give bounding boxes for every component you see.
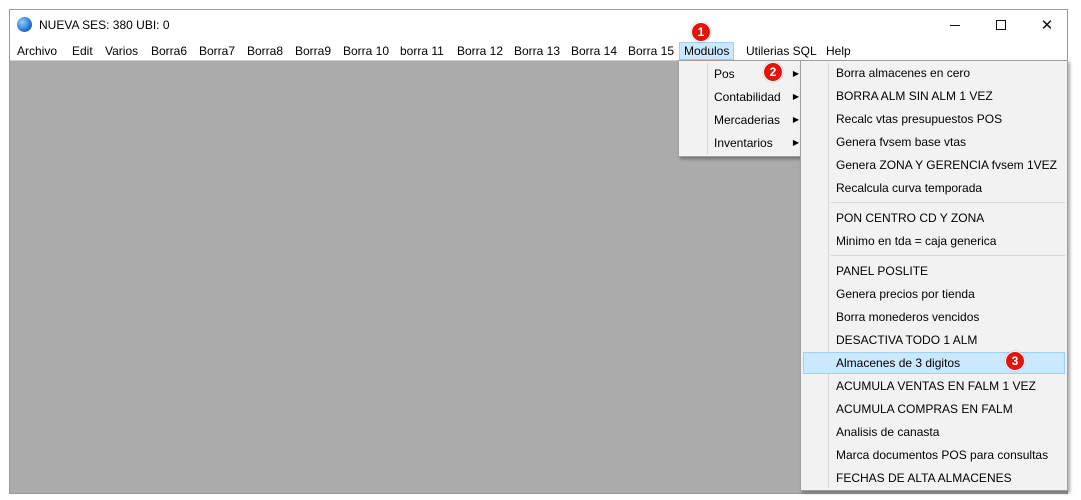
menu-bar: Archivo Edit Varios Borra6 Borra7 Borra8… [10, 40, 1067, 61]
pos-submenu: Borra almacenes en cero BORRA ALM SIN AL… [800, 60, 1068, 491]
menu-item-acumula-ventas-en-falm[interactable]: ACUMULA VENTAS EN FALM 1 VEZ [803, 375, 1065, 397]
menu-item-analisis-de-canasta[interactable]: Analisis de canasta [803, 421, 1065, 443]
globe-icon [17, 17, 32, 32]
menu-borra-12[interactable]: Borra 12 [453, 42, 507, 60]
menu-borra-15[interactable]: Borra 15 [624, 42, 678, 60]
menu-item-genera-fvsem-base-vtas[interactable]: Genera fvsem base vtas [803, 131, 1065, 153]
menu-archivo[interactable]: Archivo [13, 42, 61, 60]
menu-item-recalcula-curva-temporada[interactable]: Recalcula curva temporada [803, 177, 1065, 199]
maximize-icon [996, 20, 1006, 30]
menu-item-borra-monederos-vencidos[interactable]: Borra monederos vencidos [803, 306, 1065, 328]
menu-item-fechas-de-alta-almacenes[interactable]: FECHAS DE ALTA ALMACENES [803, 467, 1065, 489]
menu-varios[interactable]: Varios [101, 42, 142, 60]
modulos-dropdown: Pos ▶ Contabilidad ▶ Mercaderias ▶ Inven… [678, 60, 806, 157]
menu-item-marca-documentos-pos[interactable]: Marca documentos POS para consultas [803, 444, 1065, 466]
menu-edit[interactable]: Edit [68, 42, 97, 60]
close-button[interactable]: ✕ [1024, 10, 1067, 40]
menu-item-borra-alm-sin-alm[interactable]: BORRA ALM SIN ALM 1 VEZ [803, 85, 1065, 107]
maximize-button[interactable] [978, 10, 1024, 40]
menu-item-pon-centro-cd-zona[interactable]: PON CENTRO CD Y ZONA [803, 207, 1065, 229]
menu-item-recalc-vtas-presupuestos[interactable]: Recalc vtas presupuestos POS [803, 108, 1065, 130]
menu-item-minimo-en-tda[interactable]: Minimo en tda = caja generica [803, 230, 1065, 252]
step-badge-3: 3 [1005, 351, 1025, 371]
menu-item-genera-zona-gerencia[interactable]: Genera ZONA Y GERENCIA fvsem 1VEZ [803, 154, 1065, 176]
menu-borra-10[interactable]: Borra 10 [339, 42, 393, 60]
step-badge-1: 1 [691, 22, 711, 42]
title-bar[interactable]: NUEVA SES: 380 UBI: 0 ✕ [10, 10, 1067, 40]
menu-item-label: Mercaderias [714, 113, 781, 127]
menu-separator [831, 255, 1065, 256]
window-title: NUEVA SES: 380 UBI: 0 [39, 18, 170, 32]
menu-item-label: Pos [714, 67, 735, 81]
close-icon: ✕ [1040, 17, 1054, 34]
menu-help[interactable]: Help [822, 42, 855, 60]
submenu-arrow-icon: ▶ [792, 138, 799, 147]
submenu-arrow-icon: ▶ [792, 69, 799, 78]
menu-item-desactiva-todo-1-alm[interactable]: DESACTIVA TODO 1 ALM [803, 329, 1065, 351]
step-badge-2: 2 [763, 62, 783, 82]
minimize-button[interactable] [932, 10, 978, 40]
menu-item-pos[interactable]: Pos ▶ [681, 63, 803, 85]
menu-modulos[interactable]: Modulos [679, 42, 735, 60]
menu-item-borra-almacenes-en-cero[interactable]: Borra almacenes en cero [803, 62, 1065, 84]
menu-item-inventarios[interactable]: Inventarios ▶ [681, 132, 803, 154]
menu-item-mercaderias[interactable]: Mercaderias ▶ [681, 109, 803, 131]
minimize-icon [950, 24, 960, 26]
menu-borra-13[interactable]: Borra 13 [510, 42, 564, 60]
menu-borra8[interactable]: Borra8 [243, 42, 287, 60]
menu-item-contabilidad[interactable]: Contabilidad ▶ [681, 86, 803, 108]
menu-item-label: Inventarios [714, 136, 773, 150]
submenu-arrow-icon: ▶ [792, 92, 799, 101]
menu-item-panel-poslite[interactable]: PANEL POSLITE [803, 260, 1065, 282]
menu-item-label: Contabilidad [714, 90, 781, 104]
menu-borra7[interactable]: Borra7 [195, 42, 239, 60]
menu-item-acumula-compras-en-falm[interactable]: ACUMULA COMPRAS EN FALM [803, 398, 1065, 420]
menu-borra6[interactable]: Borra6 [147, 42, 191, 60]
menu-borra9[interactable]: Borra9 [291, 42, 335, 60]
submenu-arrow-icon: ▶ [792, 115, 799, 124]
menu-item-genera-precios-por-tienda[interactable]: Genera precios por tienda [803, 283, 1065, 305]
menu-borra-11[interactable]: borra 11 [396, 42, 448, 60]
menu-item-almacenes-de-3-digitos[interactable]: Almacenes de 3 digitos [803, 352, 1065, 374]
menu-borra-14[interactable]: Borra 14 [567, 42, 621, 60]
menu-separator [831, 202, 1065, 203]
menu-utilerias-sql[interactable]: Utilerias SQL [742, 42, 821, 60]
